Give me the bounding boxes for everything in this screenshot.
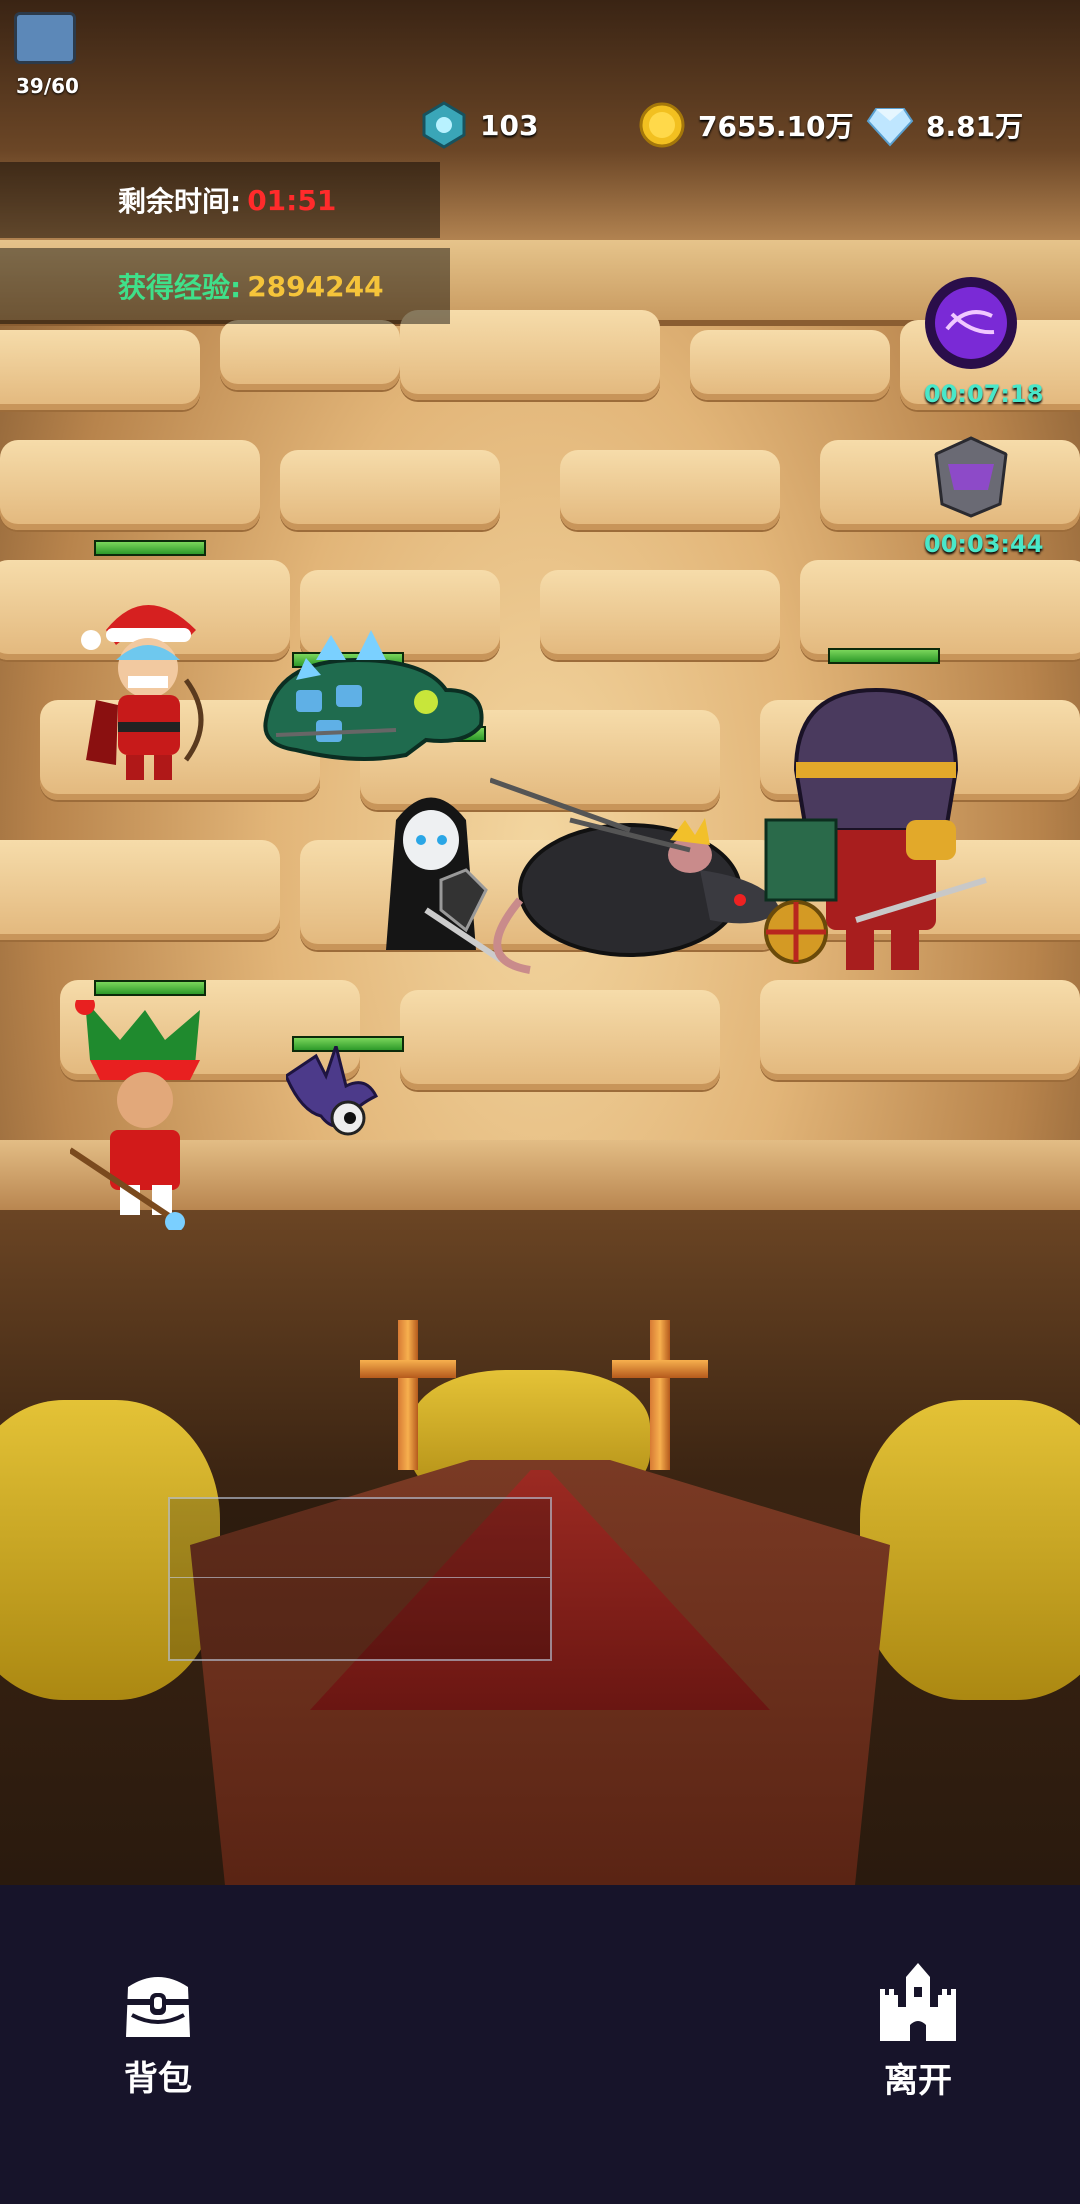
- diamond-value: 8.81万: [926, 110, 1024, 143]
- castle-icon: [880, 1963, 956, 2041]
- purple-bat-enemy[interactable]: [286, 1046, 386, 1136]
- cross-left: [360, 1320, 456, 1470]
- leave-label: 离开: [884, 2061, 952, 2101]
- remaining-time-panel: 剩余时间: 01:51: [0, 162, 440, 238]
- gold-value: 7655.10万: [698, 110, 854, 143]
- exp-gained-panel: 获得经验: 2894244: [0, 248, 450, 324]
- energy-counter: 39/60: [16, 74, 79, 98]
- exp-boost-icon[interactable]: [928, 434, 1014, 520]
- bag-button[interactable]: 背包: [118, 1967, 198, 2100]
- diamond-resource[interactable]: 8.81万: [866, 95, 1023, 155]
- leave-button[interactable]: 离开: [876, 1961, 960, 2102]
- tv-icon[interactable]: [14, 12, 76, 64]
- knight-hp-bar: [828, 648, 940, 664]
- elf-hero[interactable]: [70, 1000, 220, 1230]
- gold-resource[interactable]: 7655.10万: [638, 95, 854, 155]
- bottom-nav-bar: 背包 离开: [0, 1885, 1080, 2204]
- purple-orb-icon[interactable]: [922, 274, 1020, 372]
- green-dinosaur-enemy[interactable]: [256, 630, 486, 780]
- diamond-icon: [866, 108, 914, 147]
- purple-knight-enemy[interactable]: [756, 670, 996, 980]
- elf-hero-hp-bar: [94, 980, 206, 996]
- backpack-icon: [126, 1977, 190, 2037]
- cross-right: [612, 1320, 708, 1470]
- santa-hero-hp-bar: [94, 540, 206, 556]
- soul-gem-value: 103: [480, 108, 539, 142]
- purple-orb-timer: 00:07:18: [924, 380, 1044, 408]
- soul-gem-resource[interactable]: 103: [420, 95, 538, 155]
- santa-hero[interactable]: [76, 590, 216, 790]
- gold-coin-icon: [639, 102, 685, 148]
- gold-drape-right: [860, 1400, 1080, 1700]
- exp-gained-label: 获得经验:: [118, 271, 242, 304]
- soul-gem-icon: [422, 101, 466, 149]
- remaining-time-value: 01:51: [247, 183, 337, 217]
- black-rat-enemy[interactable]: [490, 760, 790, 980]
- exp-boost-timer: 00:03:44: [924, 530, 1044, 558]
- battle-log-panel: [168, 1497, 552, 1661]
- exp-gained-value: 2894244: [247, 269, 384, 303]
- remaining-time-label: 剩余时间:: [118, 185, 242, 218]
- bag-label: 背包: [124, 2059, 192, 2099]
